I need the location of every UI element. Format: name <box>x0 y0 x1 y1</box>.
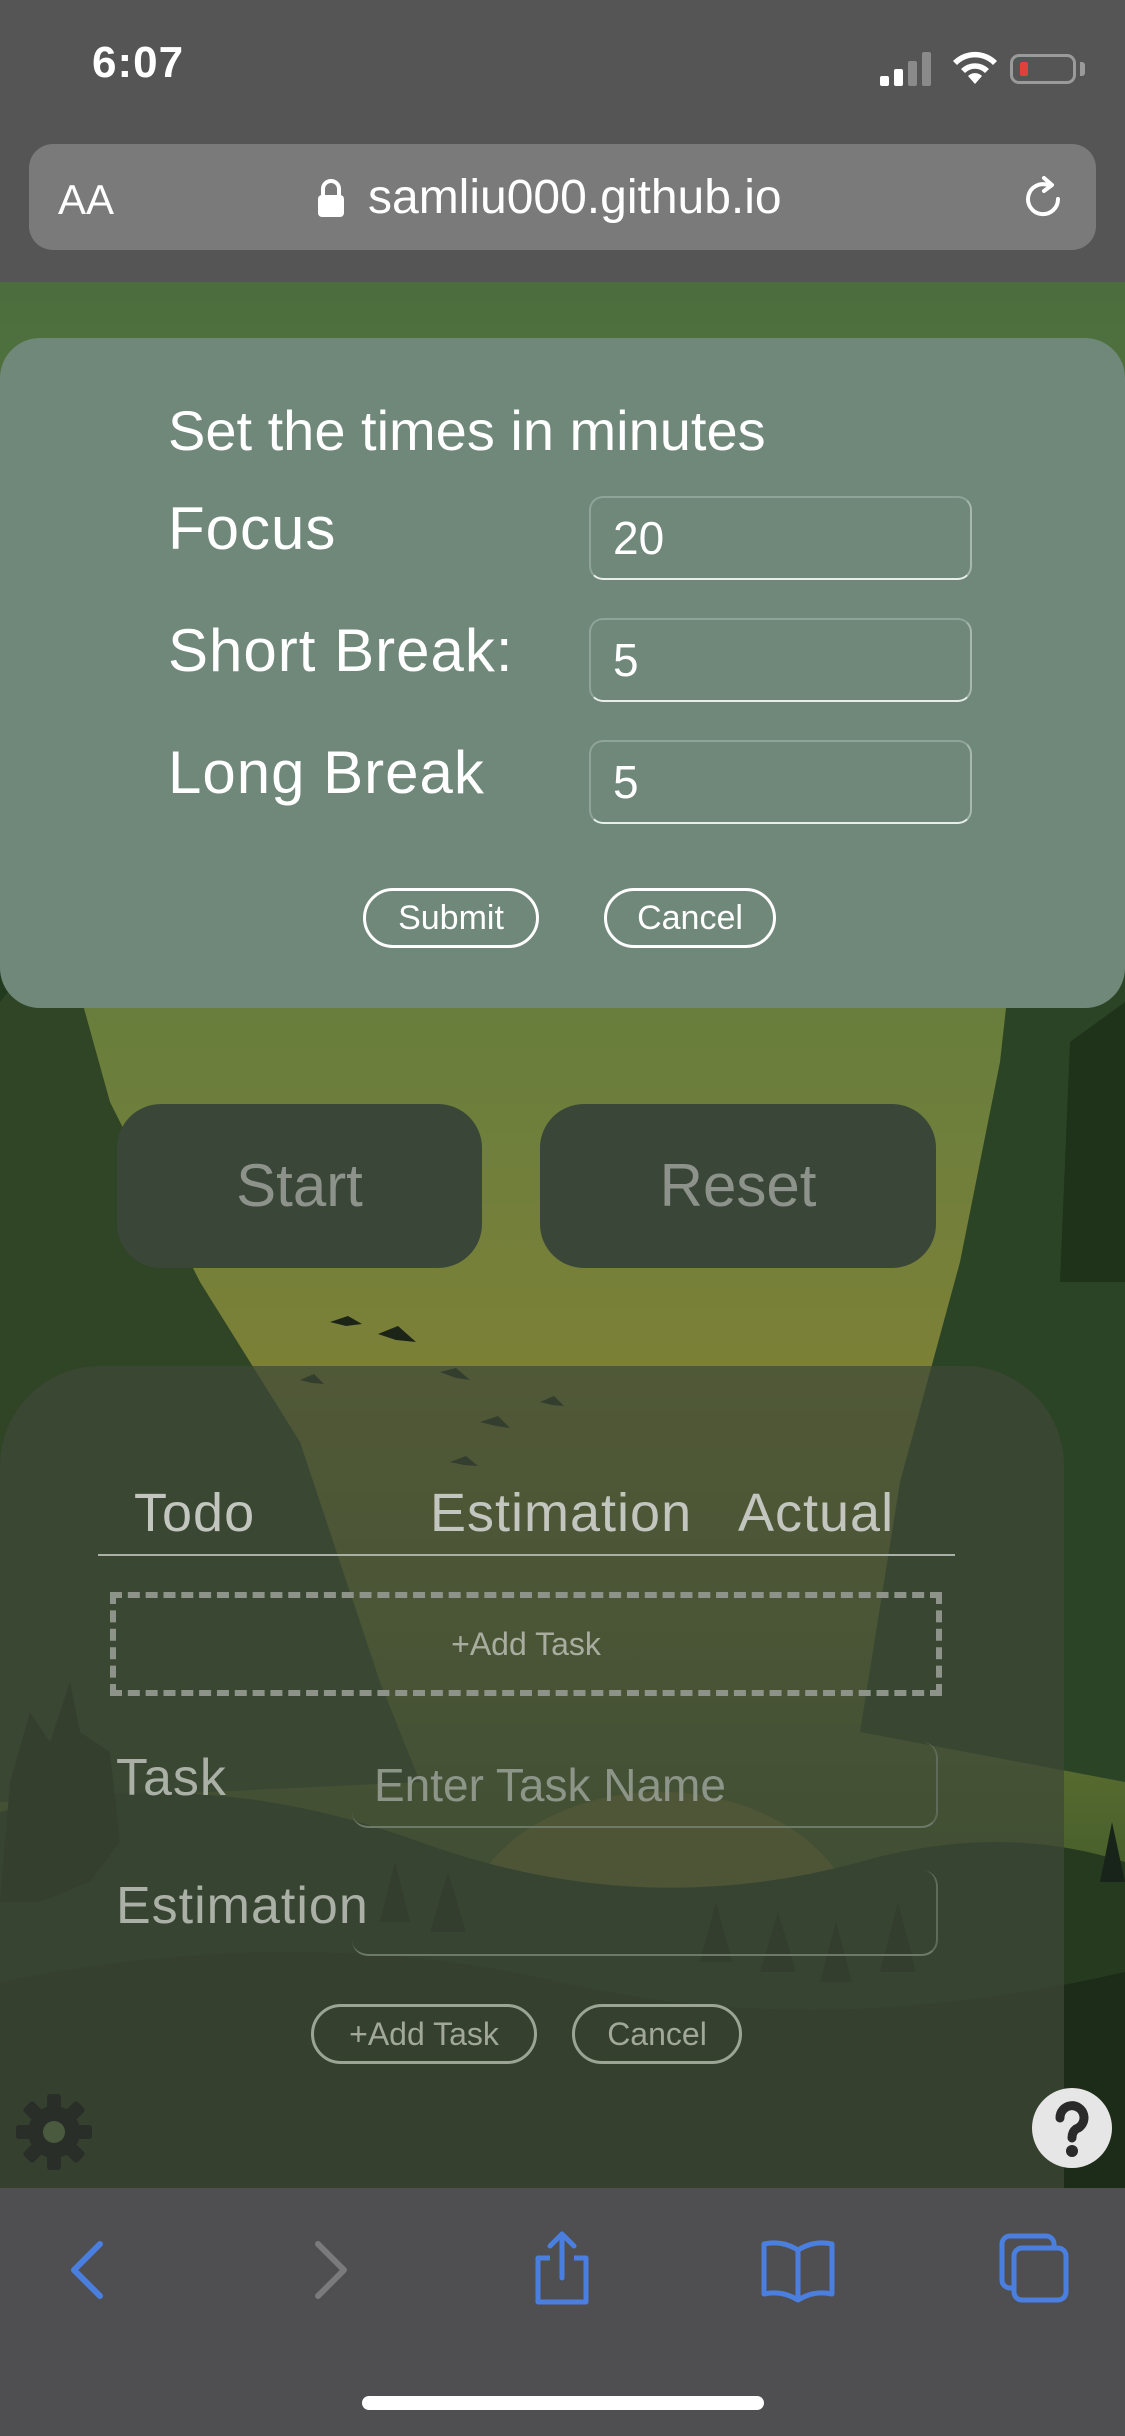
header-actual: Actual <box>738 1483 895 1543</box>
lock-icon <box>318 179 344 217</box>
task-name-input[interactable]: Enter Task Name <box>352 1742 938 1828</box>
reset-button[interactable]: Reset <box>540 1104 936 1268</box>
focus-label: Focus <box>168 495 337 562</box>
header-todo: Todo <box>134 1483 256 1543</box>
header-estimation: Estimation <box>430 1483 693 1543</box>
modal-title: Set the times in minutes <box>168 399 766 462</box>
estimation-input[interactable] <box>352 1870 938 1956</box>
short-break-input[interactable]: 5 <box>589 618 972 702</box>
share-icon[interactable] <box>522 2228 602 2308</box>
forward-icon[interactable] <box>288 2228 368 2308</box>
tabs-icon[interactable] <box>994 2228 1074 2308</box>
long-break-label: Long Break <box>168 739 485 806</box>
long-break-input[interactable]: 5 <box>589 740 972 824</box>
cancel-button[interactable]: Cancel <box>604 888 776 948</box>
bookmarks-icon[interactable] <box>758 2228 838 2308</box>
gear-icon[interactable] <box>12 2090 96 2174</box>
header-divider <box>98 1554 955 1556</box>
status-time: 6:07 <box>92 38 185 87</box>
focus-input[interactable]: 20 <box>589 496 972 580</box>
battery-icon <box>1010 54 1076 84</box>
home-indicator[interactable] <box>362 2396 764 2410</box>
add-task-box[interactable]: +Add Task <box>110 1592 942 1696</box>
start-button[interactable]: Start <box>117 1104 482 1268</box>
battery-cap <box>1080 62 1085 76</box>
task-cancel-button[interactable]: Cancel <box>572 2004 742 2064</box>
task-label: Task <box>116 1749 227 1807</box>
text-size-button[interactable]: AA <box>58 176 114 224</box>
short-break-label: Short Break: <box>168 617 514 684</box>
reload-icon[interactable] <box>1018 174 1068 224</box>
estimation-label: Estimation <box>116 1877 369 1935</box>
wifi-icon <box>953 51 997 84</box>
help-icon[interactable] <box>1030 2086 1114 2170</box>
url-text[interactable]: samliu000.github.io <box>368 170 782 225</box>
add-task-button[interactable]: +Add Task <box>311 2004 537 2064</box>
submit-button[interactable]: Submit <box>363 888 539 948</box>
back-icon[interactable] <box>50 2228 130 2308</box>
signal-icon <box>880 52 931 86</box>
